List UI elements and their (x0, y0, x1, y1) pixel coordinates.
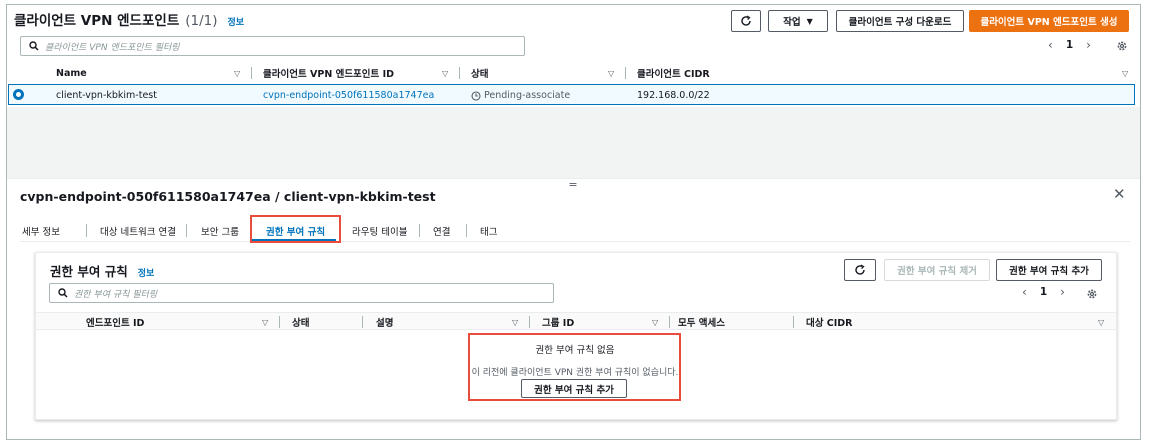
row-status-text: Pending-associate (484, 90, 571, 101)
list-header: 클라이언트 VPN 엔드포인트 (1/1) 정보 (14, 9, 244, 29)
column-divider (279, 316, 280, 328)
download-config-button[interactable]: 클라이언트 구성 다운로드 (836, 10, 964, 32)
tab-security-groups[interactable]: 보안 그룹 (201, 224, 239, 238)
col-endpoint-id[interactable]: 클라이언트 VPN 엔드포인트 ID (263, 64, 394, 82)
column-divider (625, 67, 626, 79)
sort-icon[interactable]: ▽ (442, 64, 448, 82)
actions-label: 작업 (783, 17, 801, 28)
row-endpoint-id-link[interactable]: cvpn-endpoint-050f611580a1747ea (263, 90, 434, 101)
detail-title: cvpn-endpoint-050f611580a1747ea / client… (20, 189, 436, 204)
refresh-button[interactable] (731, 10, 761, 32)
column-divider (459, 67, 460, 79)
create-endpoint-button[interactable]: 클라이언트 VPN 엔드포인트 생성 (969, 10, 1129, 32)
row-cidr: 192.168.0.0/22 (637, 90, 710, 101)
row-radio-selected[interactable] (13, 89, 24, 100)
highlight-box-empty (468, 333, 681, 401)
table-header: Name ▽ 클라이언트 VPN 엔드포인트 ID ▽ 상태 ▽ 클라이언트 C… (8, 64, 1135, 82)
column-divider (669, 316, 670, 328)
col-group-id[interactable]: 그룹 ID (542, 313, 574, 331)
sort-icon[interactable]: ▽ (1098, 313, 1104, 331)
info-link[interactable]: 정보 (138, 266, 155, 279)
col-status[interactable]: 상태 (292, 313, 309, 331)
col-target-cidr[interactable]: 대상 CIDR (806, 313, 853, 331)
col-cidr[interactable]: 클라이언트 CIDR (637, 64, 710, 82)
refresh-icon (855, 264, 865, 275)
tab-divider (86, 224, 87, 237)
refresh-icon (741, 15, 751, 26)
highlight-box-tab (250, 215, 341, 243)
sort-icon[interactable]: ▽ (234, 64, 240, 82)
col-all-access[interactable]: 모두 액세스 (678, 313, 725, 331)
add-rule-button[interactable]: 권한 부여 규칙 추가 (996, 259, 1102, 281)
sort-icon[interactable]: ▽ (1122, 64, 1128, 82)
tab-divider (419, 224, 420, 237)
column-divider (793, 316, 794, 328)
tab-connections[interactable]: 연결 (433, 224, 450, 238)
sort-icon[interactable]: ▽ (512, 313, 518, 331)
search-icon (58, 288, 68, 298)
col-name[interactable]: Name (56, 64, 87, 82)
table-row[interactable] (8, 84, 1135, 105)
search-placeholder: 권한 부여 규칙 필터링 (74, 289, 158, 300)
row-name: client-vpn-kbkim-test (56, 90, 157, 101)
tab-route-table[interactable]: 라우팅 테이블 (352, 224, 407, 238)
tab-baseline (20, 241, 1130, 242)
empty-list-area (7, 107, 1140, 179)
search-icon (29, 41, 39, 51)
pagination: ‹ 1 › (1048, 38, 1091, 52)
search-placeholder: 클라이언트 VPN 엔드포인트 필터링 (45, 42, 180, 53)
tab-details[interactable]: 세부 정보 (22, 224, 60, 238)
tab-target-network[interactable]: 대상 네트워크 연결 (100, 224, 176, 238)
sort-icon[interactable]: ▽ (262, 313, 268, 331)
sort-icon[interactable]: ▽ (608, 64, 614, 82)
close-icon[interactable]: ✕ (1113, 185, 1126, 203)
info-link[interactable]: 정보 (228, 15, 245, 28)
next-page-icon[interactable]: › (1086, 38, 1091, 52)
column-divider (529, 316, 530, 328)
column-divider (251, 67, 252, 79)
sort-icon[interactable]: ▽ (652, 313, 658, 331)
pagination: ‹ 1 › (1022, 285, 1065, 299)
tab-divider (466, 224, 467, 237)
pending-clock-icon (471, 90, 481, 101)
rule-search-input[interactable]: 권한 부여 규칙 필터링 (49, 283, 554, 303)
next-page-icon[interactable]: › (1060, 285, 1065, 299)
prev-page-icon[interactable]: ‹ (1048, 38, 1053, 52)
caret-down-icon: ▼ (806, 16, 813, 26)
col-description[interactable]: 설명 (376, 313, 393, 331)
settings-gear-icon[interactable] (1086, 288, 1098, 303)
actions-dropdown[interactable]: 작업 ▼ (768, 10, 828, 32)
page-title: 클라이언트 VPN 엔드포인트 (14, 13, 180, 29)
page-number[interactable]: 1 (1040, 286, 1047, 298)
row-status: Pending-associate (471, 90, 570, 101)
prev-page-icon[interactable]: ‹ (1022, 285, 1027, 299)
auth-rules-header: 권한 부여 규칙 정보 (50, 261, 154, 280)
tab-tags[interactable]: 태그 (480, 224, 497, 238)
table-header: 엔드포인트 ID ▽ 상태 설명 ▽ 그룹 ID ▽ 모두 액세스 대상 CID… (36, 312, 1116, 330)
tab-divider (186, 224, 187, 237)
col-status[interactable]: 상태 (471, 64, 488, 82)
col-endpoint-id[interactable]: 엔드포인트 ID (86, 313, 144, 331)
split-panel-drag-handle[interactable]: = (568, 178, 578, 191)
settings-gear-icon[interactable] (1116, 40, 1128, 55)
column-divider (362, 316, 363, 328)
refresh-button[interactable] (844, 259, 876, 281)
selection-count: (1/1) (185, 13, 218, 29)
remove-rule-button[interactable]: 권한 부여 규칙 제거 (884, 259, 990, 281)
endpoint-search-input[interactable]: 클라이언트 VPN 엔드포인트 필터링 (20, 36, 525, 56)
page-number[interactable]: 1 (1066, 39, 1073, 51)
auth-rules-title: 권한 부여 규칙 (50, 264, 128, 279)
